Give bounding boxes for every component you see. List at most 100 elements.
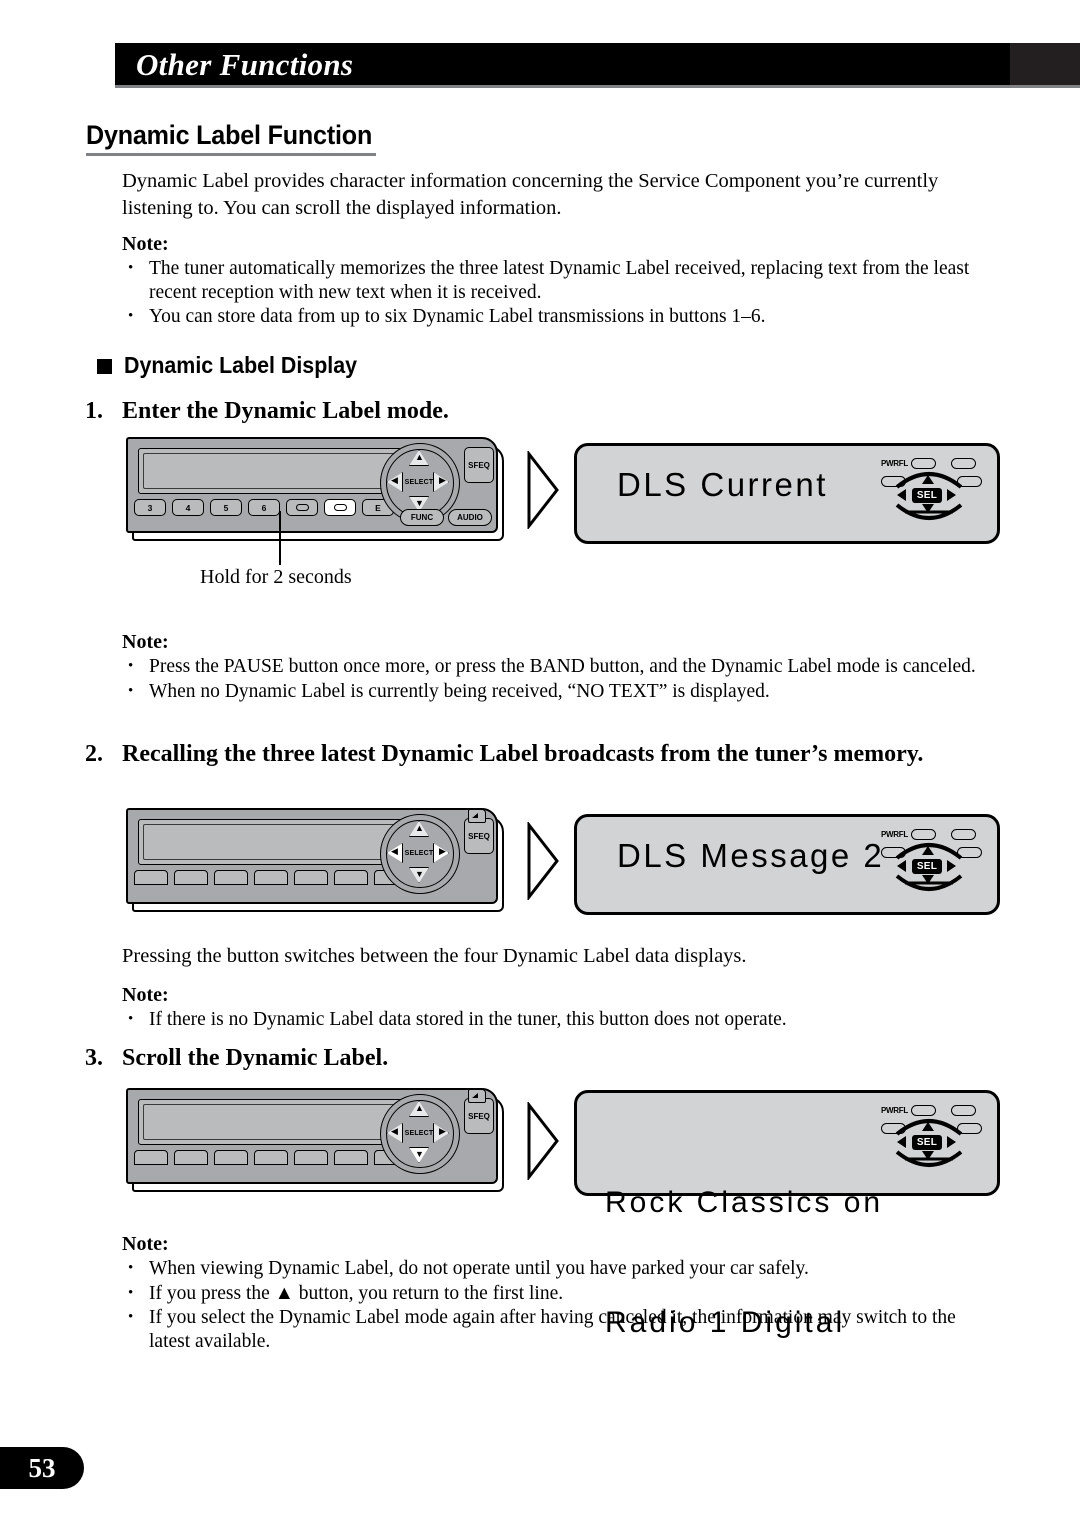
step-1-number: 1. [85,398,103,424]
step-2: 2. Recalling the three latest Dynamic La… [85,739,945,769]
sfeq-button-2[interactable]: SFEQ [464,818,494,854]
faceplate-display-window [138,1099,402,1145]
joystick-select-label: SELECT [404,849,434,857]
pad-sel-button-1: SEL [912,488,942,503]
note-item: When viewing Dynamic Label, do not opera… [122,1256,982,1281]
flow-arrow-2 [526,822,560,900]
preset-button-3[interactable]: 3 [134,499,166,516]
joystick-down-arrow-icon: ▼ [415,498,424,508]
pad-up-arrow-icon [922,846,934,855]
preset-button-row [134,870,408,885]
band-button[interactable] [286,499,318,516]
pad-right-arrow-icon [947,1136,956,1148]
control-pad-icon-1: PWRFL SEL [879,458,982,521]
note-list-3: If there is no Dynamic Label data stored… [122,1007,982,1032]
preset-button-blank[interactable] [334,1150,368,1165]
note-label: Note: [122,233,169,255]
note-list-2: Press the PAUSE button once more, or pre… [122,654,982,704]
step-3-text: Scroll the Dynamic Label. [122,1045,389,1071]
preset-button-blank[interactable] [214,1150,248,1165]
joystick-left-arrow-icon: ◀ [391,1126,398,1136]
joystick-up-arrow-icon: ▲ [415,452,424,462]
note-item: When no Dynamic Label is currently being… [122,679,982,704]
preset-button-blank[interactable] [294,1150,328,1165]
callout-leader-line [279,511,281,565]
square-bullet-icon [97,359,112,374]
preset-button-blank[interactable] [134,1150,168,1165]
pad-right-arrow-icon [947,860,956,872]
preset-button-6[interactable]: 6 [248,499,280,516]
note-block-1: Note: The tuner automatically memorizes … [122,232,982,329]
preset-button-blank[interactable] [174,870,208,885]
note-label: Note: [122,1233,169,1255]
lcd-text-line-1: Rock Classics on [605,1186,884,1219]
step-1-text: Enter the Dynamic Label mode. [122,398,449,424]
select-joystick-3[interactable]: ▲ ▼ ◀ ▶ SELECT [378,1092,462,1176]
joystick-right-arrow-icon: ▶ [439,475,446,485]
faceplate-display-inner [143,453,397,489]
faceplate-display-window [138,448,402,494]
lcd-display-1: DLS Current PWRFL SEL [574,443,1000,544]
pad-sel-button-2: SEL [912,859,942,874]
func-button-1[interactable]: FUNC [400,509,444,526]
note-block-3: Note: If there is no Dynamic Label data … [122,983,982,1032]
sfeq-button-3[interactable]: SFEQ [464,1098,494,1134]
joystick-up-arrow-icon: ▲ [415,823,424,833]
control-pad-icon-3: PWRFL SEL [879,1105,982,1168]
pad-right-arrow-icon [947,489,956,501]
preset-button-blank[interactable] [334,870,368,885]
pad-down-arrow-icon [922,1151,934,1160]
preset-button-blank[interactable] [254,870,288,885]
pad-up-arrow-icon [922,475,934,484]
page-title: Other Functions [136,46,354,82]
pad-down-arrow-icon [922,875,934,884]
note-item: If there is no Dynamic Label data stored… [122,1007,982,1032]
subsection-heading-block: Dynamic Label Display [97,352,375,379]
page-header: Other Functions [115,43,1080,85]
note-item: If you select the Dynamic Label mode aga… [122,1305,982,1353]
section-heading-block: Dynamic Label Function [86,121,394,157]
joystick-select-label: SELECT [404,1129,434,1137]
joystick-select-label: SELECT [404,478,434,486]
note-block-4: Note: When viewing Dynamic Label, do not… [122,1232,982,1353]
illustration-row-1: 3 4 5 6 E B ▲ ▼ ◀ ▶ SELECT [126,437,1000,545]
header-black-band: Other Functions [115,43,1010,85]
header-dark-band [1010,43,1080,85]
pad-left-arrow-icon [897,489,906,501]
flow-arrow-1 [526,451,560,529]
note-item: You can store data from up to six Dynami… [122,304,982,329]
select-joystick-2[interactable]: ▲ ▼ ◀ ▶ SELECT [378,812,462,896]
joystick-left-arrow-icon: ◀ [391,475,398,485]
preset-button-5[interactable]: 5 [210,499,242,516]
faceplate-display-inner [143,824,397,860]
preset-button-blank[interactable] [174,1150,208,1165]
note-label: Note: [122,984,169,1006]
preset-button-blank[interactable] [294,870,328,885]
eject-button-2[interactable] [468,809,486,823]
preset-button-4[interactable]: 4 [172,499,204,516]
intro-paragraph: Dynamic Label provides character informa… [122,170,939,219]
audio-button-1[interactable]: AUDIO [448,509,492,526]
preset-button-blank[interactable] [214,870,248,885]
step-2-number: 2. [85,741,103,767]
preset-button-row [134,1150,408,1165]
pause-button-highlighted[interactable] [324,499,356,516]
preset-button-blank[interactable] [254,1150,288,1165]
step-2-text: Recalling the three latest Dynamic Label… [122,741,924,767]
faceplate-body: ▲ ▼ ◀ ▶ SELECT SFEQ [126,808,498,904]
page-number: 53 [28,1452,56,1483]
car-stereo-faceplate-1: 3 4 5 6 E B ▲ ▼ ◀ ▶ SELECT [126,437,504,545]
preset-button-blank[interactable] [134,870,168,885]
page-number-tab: 53 [0,1447,84,1489]
eject-button-3[interactable] [468,1089,486,1103]
step-3: 3. Scroll the Dynamic Label. [85,1043,705,1073]
lcd-text-line-1: DLS Message 2 [617,837,885,874]
section-heading-rule [86,153,376,157]
pad-left-arrow-icon [897,1136,906,1148]
header-underline [115,85,1080,88]
note-list-4: When viewing Dynamic Label, do not opera… [122,1256,982,1353]
faceplate-display-inner [143,1104,397,1140]
sfeq-button-1[interactable]: SFEQ [464,447,494,483]
joystick-right-arrow-icon: ▶ [439,846,446,856]
faceplate-body: ▲ ▼ ◀ ▶ SELECT SFEQ [126,1088,498,1184]
